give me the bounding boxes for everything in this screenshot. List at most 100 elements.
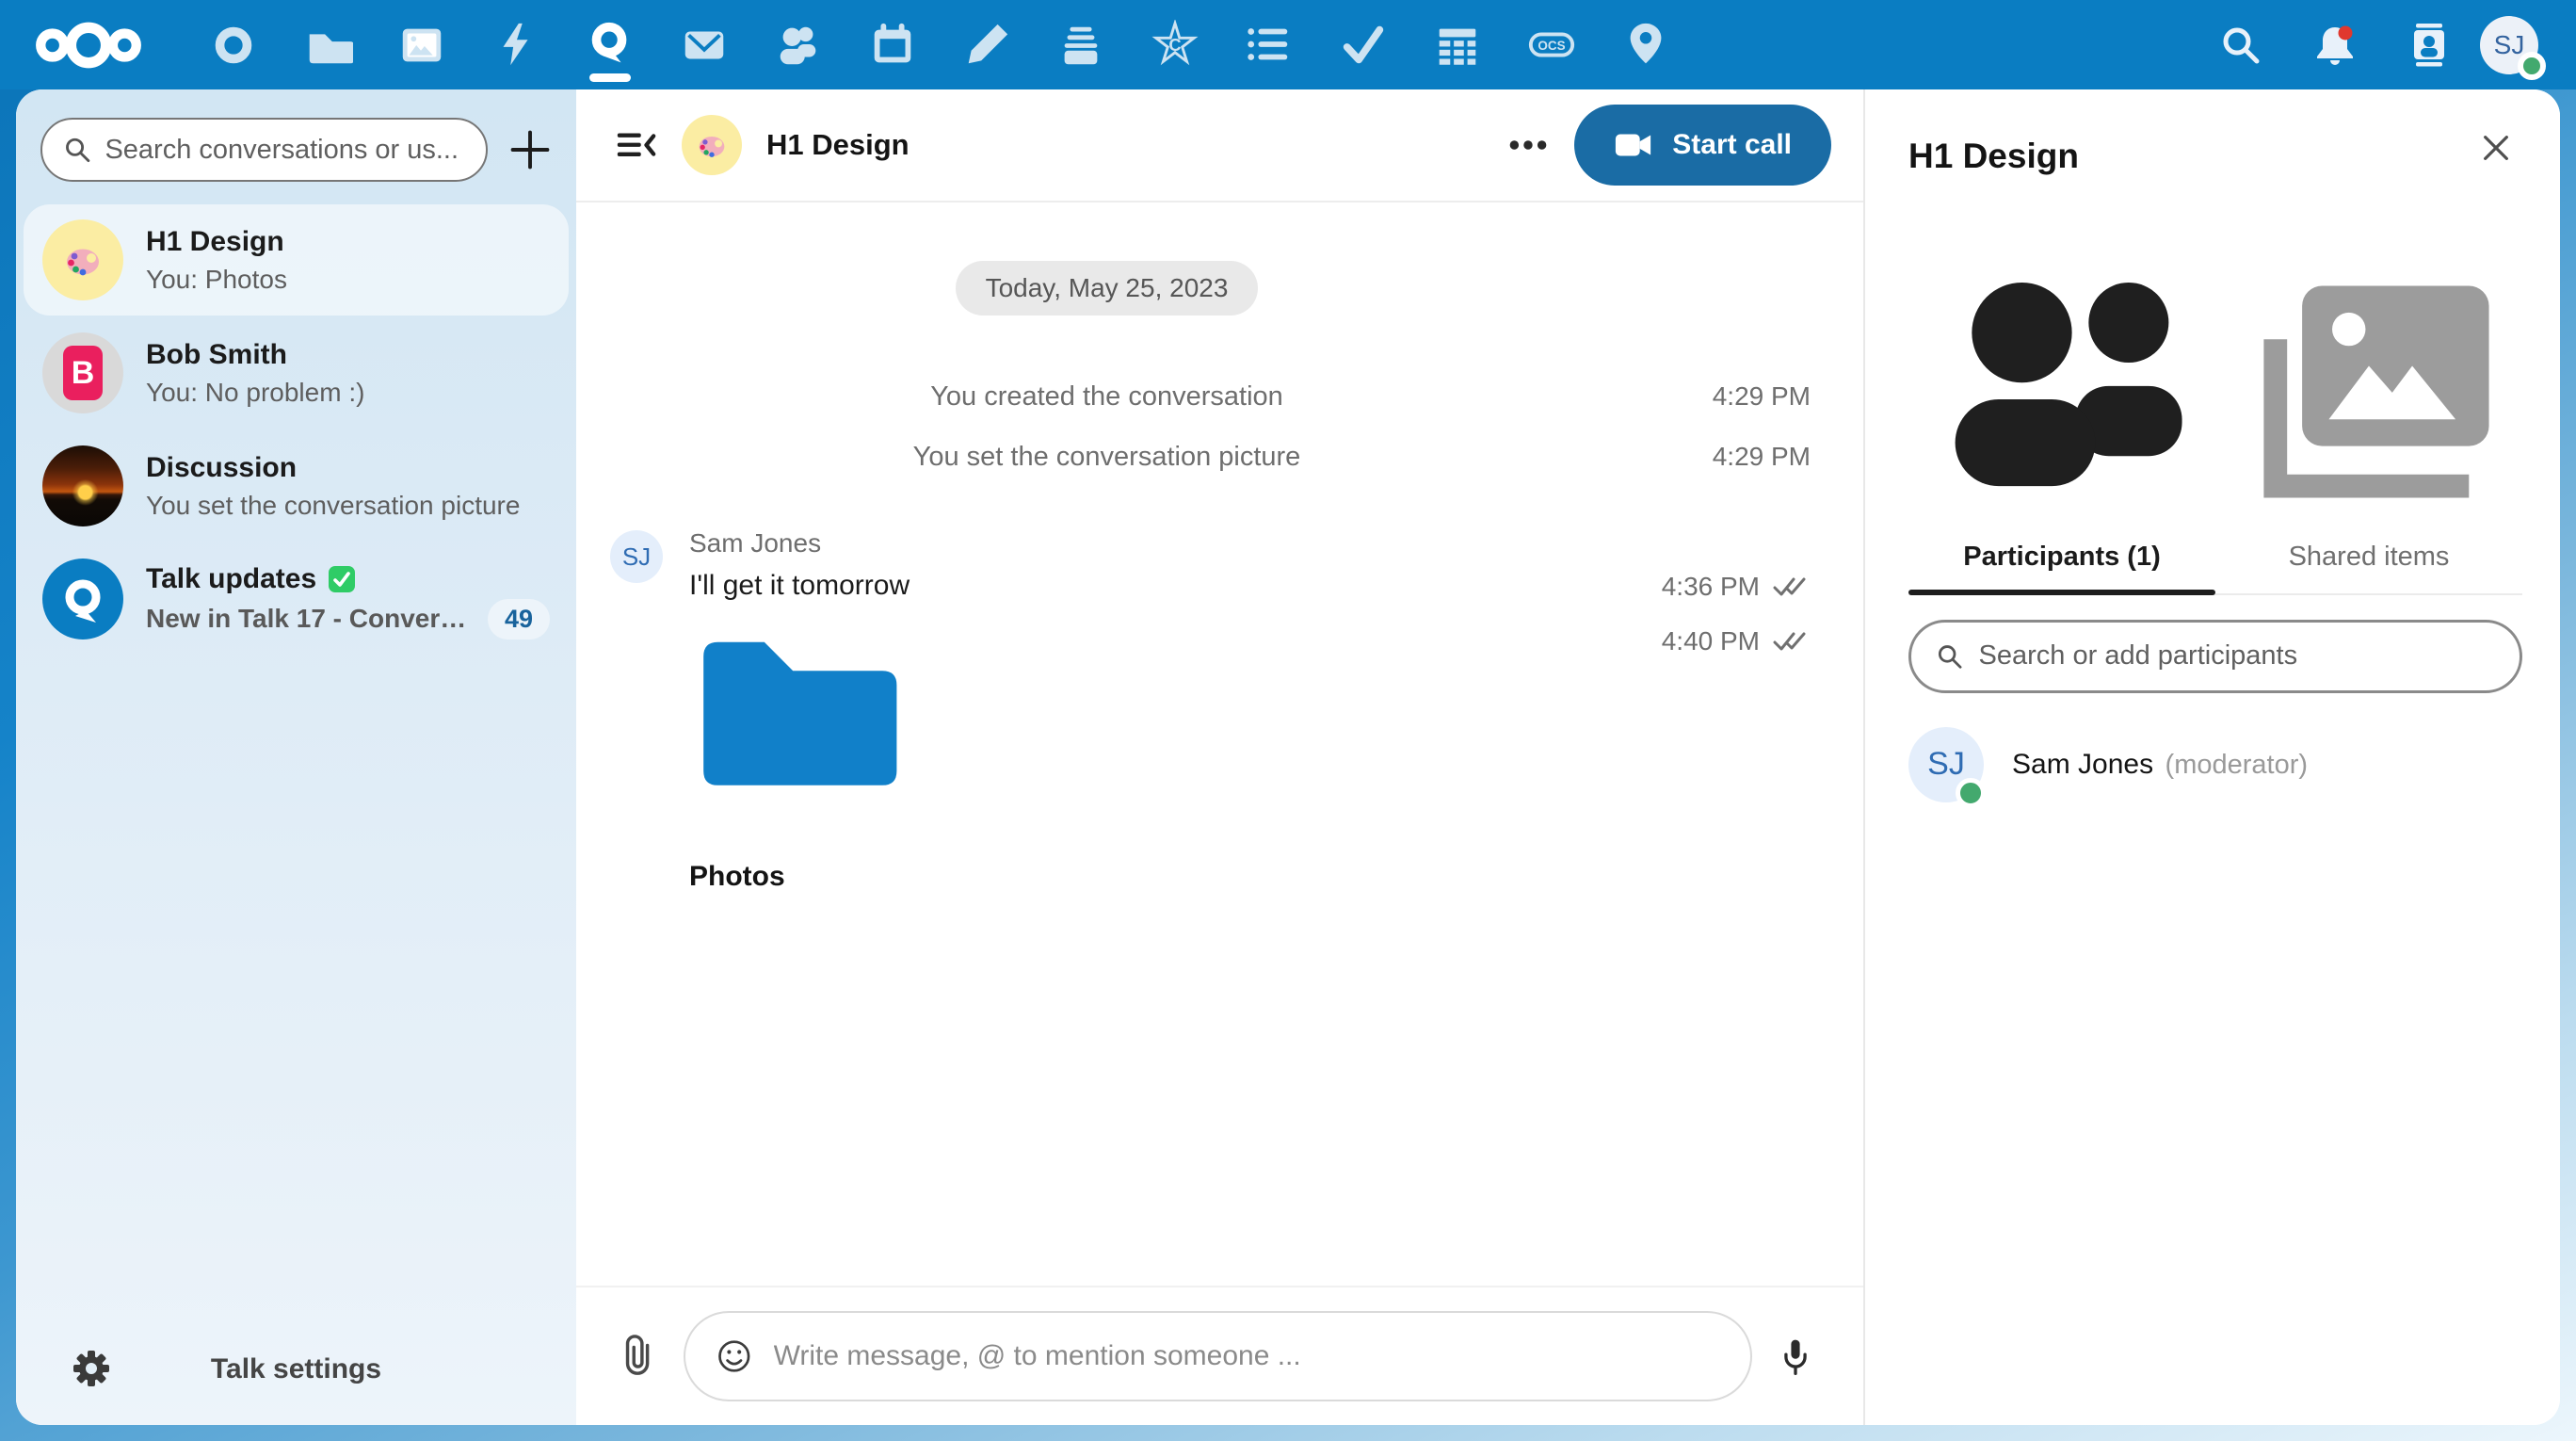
message-timestamp: 4:29 PM [1603,442,1811,472]
sidebar-spacer [16,655,576,1314]
details-header: H1 Design [1908,121,2522,176]
ocs-icon[interactable]: OCS [1505,0,1599,89]
conversation-last-message: You: Photos [146,262,550,298]
folder-icon [689,621,904,800]
forms-icon[interactable] [1222,0,1316,89]
time-gutter [1603,261,1811,316]
conversation-item-bob-smith[interactable]: B Bob Smith You: No problem :) [24,317,569,429]
system-message-row: You created the conversation 4:29 PM [610,366,1811,427]
conversation-avatar-palette [42,219,123,300]
talk-settings-button[interactable]: Talk settings [16,1353,576,1385]
message-input-field[interactable] [684,1311,1752,1401]
activity-icon[interactable] [469,0,563,89]
unified-search-icon[interactable] [2198,0,2284,89]
date-separator-center: Today, May 25, 2023 [610,261,1603,316]
conversation-texts: H1 Design You: Photos [146,222,550,298]
new-conversation-button[interactable] [501,121,559,179]
participant-name: Sam Jones [2012,749,2153,780]
sender-avatar[interactable]: SJ [610,530,663,583]
calendar-icon[interactable] [845,0,940,89]
system-message-text: You set the conversation picture [610,442,1603,473]
tab-shared-items[interactable]: Shared items [2215,235,2522,593]
notes-icon[interactable] [940,0,1034,89]
search-icon [63,134,91,166]
svg-text:C: C [1168,34,1181,54]
collapse-sidebar-icon[interactable] [614,123,657,167]
message-list[interactable]: Today, May 25, 2023 You created the conv… [576,202,1863,1286]
details-tabs: Participants (1) Shared items [1908,235,2522,595]
emoji-picker-icon[interactable] [716,1336,753,1376]
topbar-right-actions: SJ [2198,0,2544,89]
message-body: Sam Jones I'll get it tomorrow [689,523,1603,607]
photos-icon[interactable] [375,0,469,89]
talk-logo-icon [56,573,109,625]
collectives-icon[interactable]: C [1128,0,1222,89]
conversation-list: H1 Design You: Photos B Bob Smith You: N… [16,204,576,655]
conversations-sidebar: H1 Design You: Photos B Bob Smith You: N… [16,89,576,1425]
date-separator-row: Today, May 25, 2023 [610,261,1811,316]
tables-icon[interactable] [1410,0,1505,89]
palette-icon [56,234,109,286]
svg-text:OCS: OCS [1538,38,1565,52]
talk-app-container: H1 Design You: Photos B Bob Smith You: N… [16,89,2560,1425]
conversation-search-input[interactable] [105,135,465,166]
participant-role: (moderator) [2165,750,2309,780]
conversation-item-talk-updates[interactable]: Talk updates New in Talk 17 - Convers...… [24,543,569,655]
conversation-search-field[interactable] [40,118,488,182]
shared-items-icon [2215,246,2522,526]
system-message-text: You created the conversation [610,381,1603,413]
dashboard-icon[interactable] [186,0,281,89]
participants-icon [1908,246,2215,526]
conversation-last-message: You: No problem :) [146,375,550,411]
sidebar-footer: Talk settings [16,1314,576,1425]
conversation-title-row: Talk updates [146,559,550,599]
start-call-label: Start call [1672,129,1792,161]
mail-icon[interactable] [657,0,751,89]
contacts-icon[interactable] [751,0,845,89]
online-status-dot [1956,778,1986,808]
talk-icon[interactable] [563,0,657,89]
start-call-button[interactable]: Start call [1574,105,1831,186]
conversation-avatar-palette[interactable] [682,115,742,175]
shared-file-name[interactable]: Photos [689,861,1603,893]
read-receipt-icon [1773,575,1811,599]
conversation-title: Discussion [146,448,550,488]
message-input[interactable] [774,1340,1720,1372]
participant-avatar: SJ [1908,727,1984,802]
attach-file-icon[interactable] [618,1334,661,1379]
chat-view: H1 Design Start call Today, May 25, 2023 [576,89,1863,1425]
tasks-icon[interactable] [1316,0,1410,89]
conversation-menu-icon[interactable] [1506,123,1550,167]
contacts-menu-icon[interactable] [2386,0,2472,89]
files-icon[interactable] [281,0,375,89]
video-camera-icon [1614,131,1653,159]
message-meta: 4:40 PM [1603,626,1811,656]
close-icon[interactable] [2470,121,2522,174]
unread-count-badge: 49 [488,599,550,640]
conversation-texts: Discussion You set the conversation pict… [146,448,550,524]
conversation-details-panel: H1 Design Participants (1) [1865,89,2560,1425]
conversation-subtitle-row: New in Talk 17 - Convers... 49 [146,599,550,640]
user-avatar[interactable]: SJ [2480,16,2538,74]
conversation-item-h1-design[interactable]: H1 Design You: Photos [24,204,569,316]
conversation-last-message: You set the conversation picture [146,488,550,524]
notifications-bell-icon[interactable] [2292,0,2378,89]
shared-folder-preview[interactable]: Photos [689,621,1603,893]
conversation-title: Talk updates [146,559,316,599]
deck-icon[interactable] [1034,0,1128,89]
participant-avatar-initials: SJ [1927,746,1965,783]
message-text: I'll get it tomorrow [689,564,1603,607]
tab-participants[interactable]: Participants (1) [1908,235,2215,593]
sidebar-search-row [16,89,576,204]
nextcloud-logo[interactable] [32,18,145,73]
voice-message-icon[interactable] [1775,1334,1816,1379]
notification-dot [2339,25,2353,40]
conversation-item-discussion[interactable]: Discussion You set the conversation pict… [24,430,569,542]
message-timestamp: 4:40 PM [1662,626,1760,656]
participant-search-input[interactable] [1979,640,2495,672]
message-timestamp: 4:29 PM [1603,381,1811,412]
file-message-row: Photos 4:40 PM [610,621,1811,893]
participant-search-field[interactable] [1908,620,2522,693]
maps-icon[interactable] [1599,0,1693,89]
participant-row[interactable]: SJ Sam Jones (moderator) [1908,727,2522,802]
